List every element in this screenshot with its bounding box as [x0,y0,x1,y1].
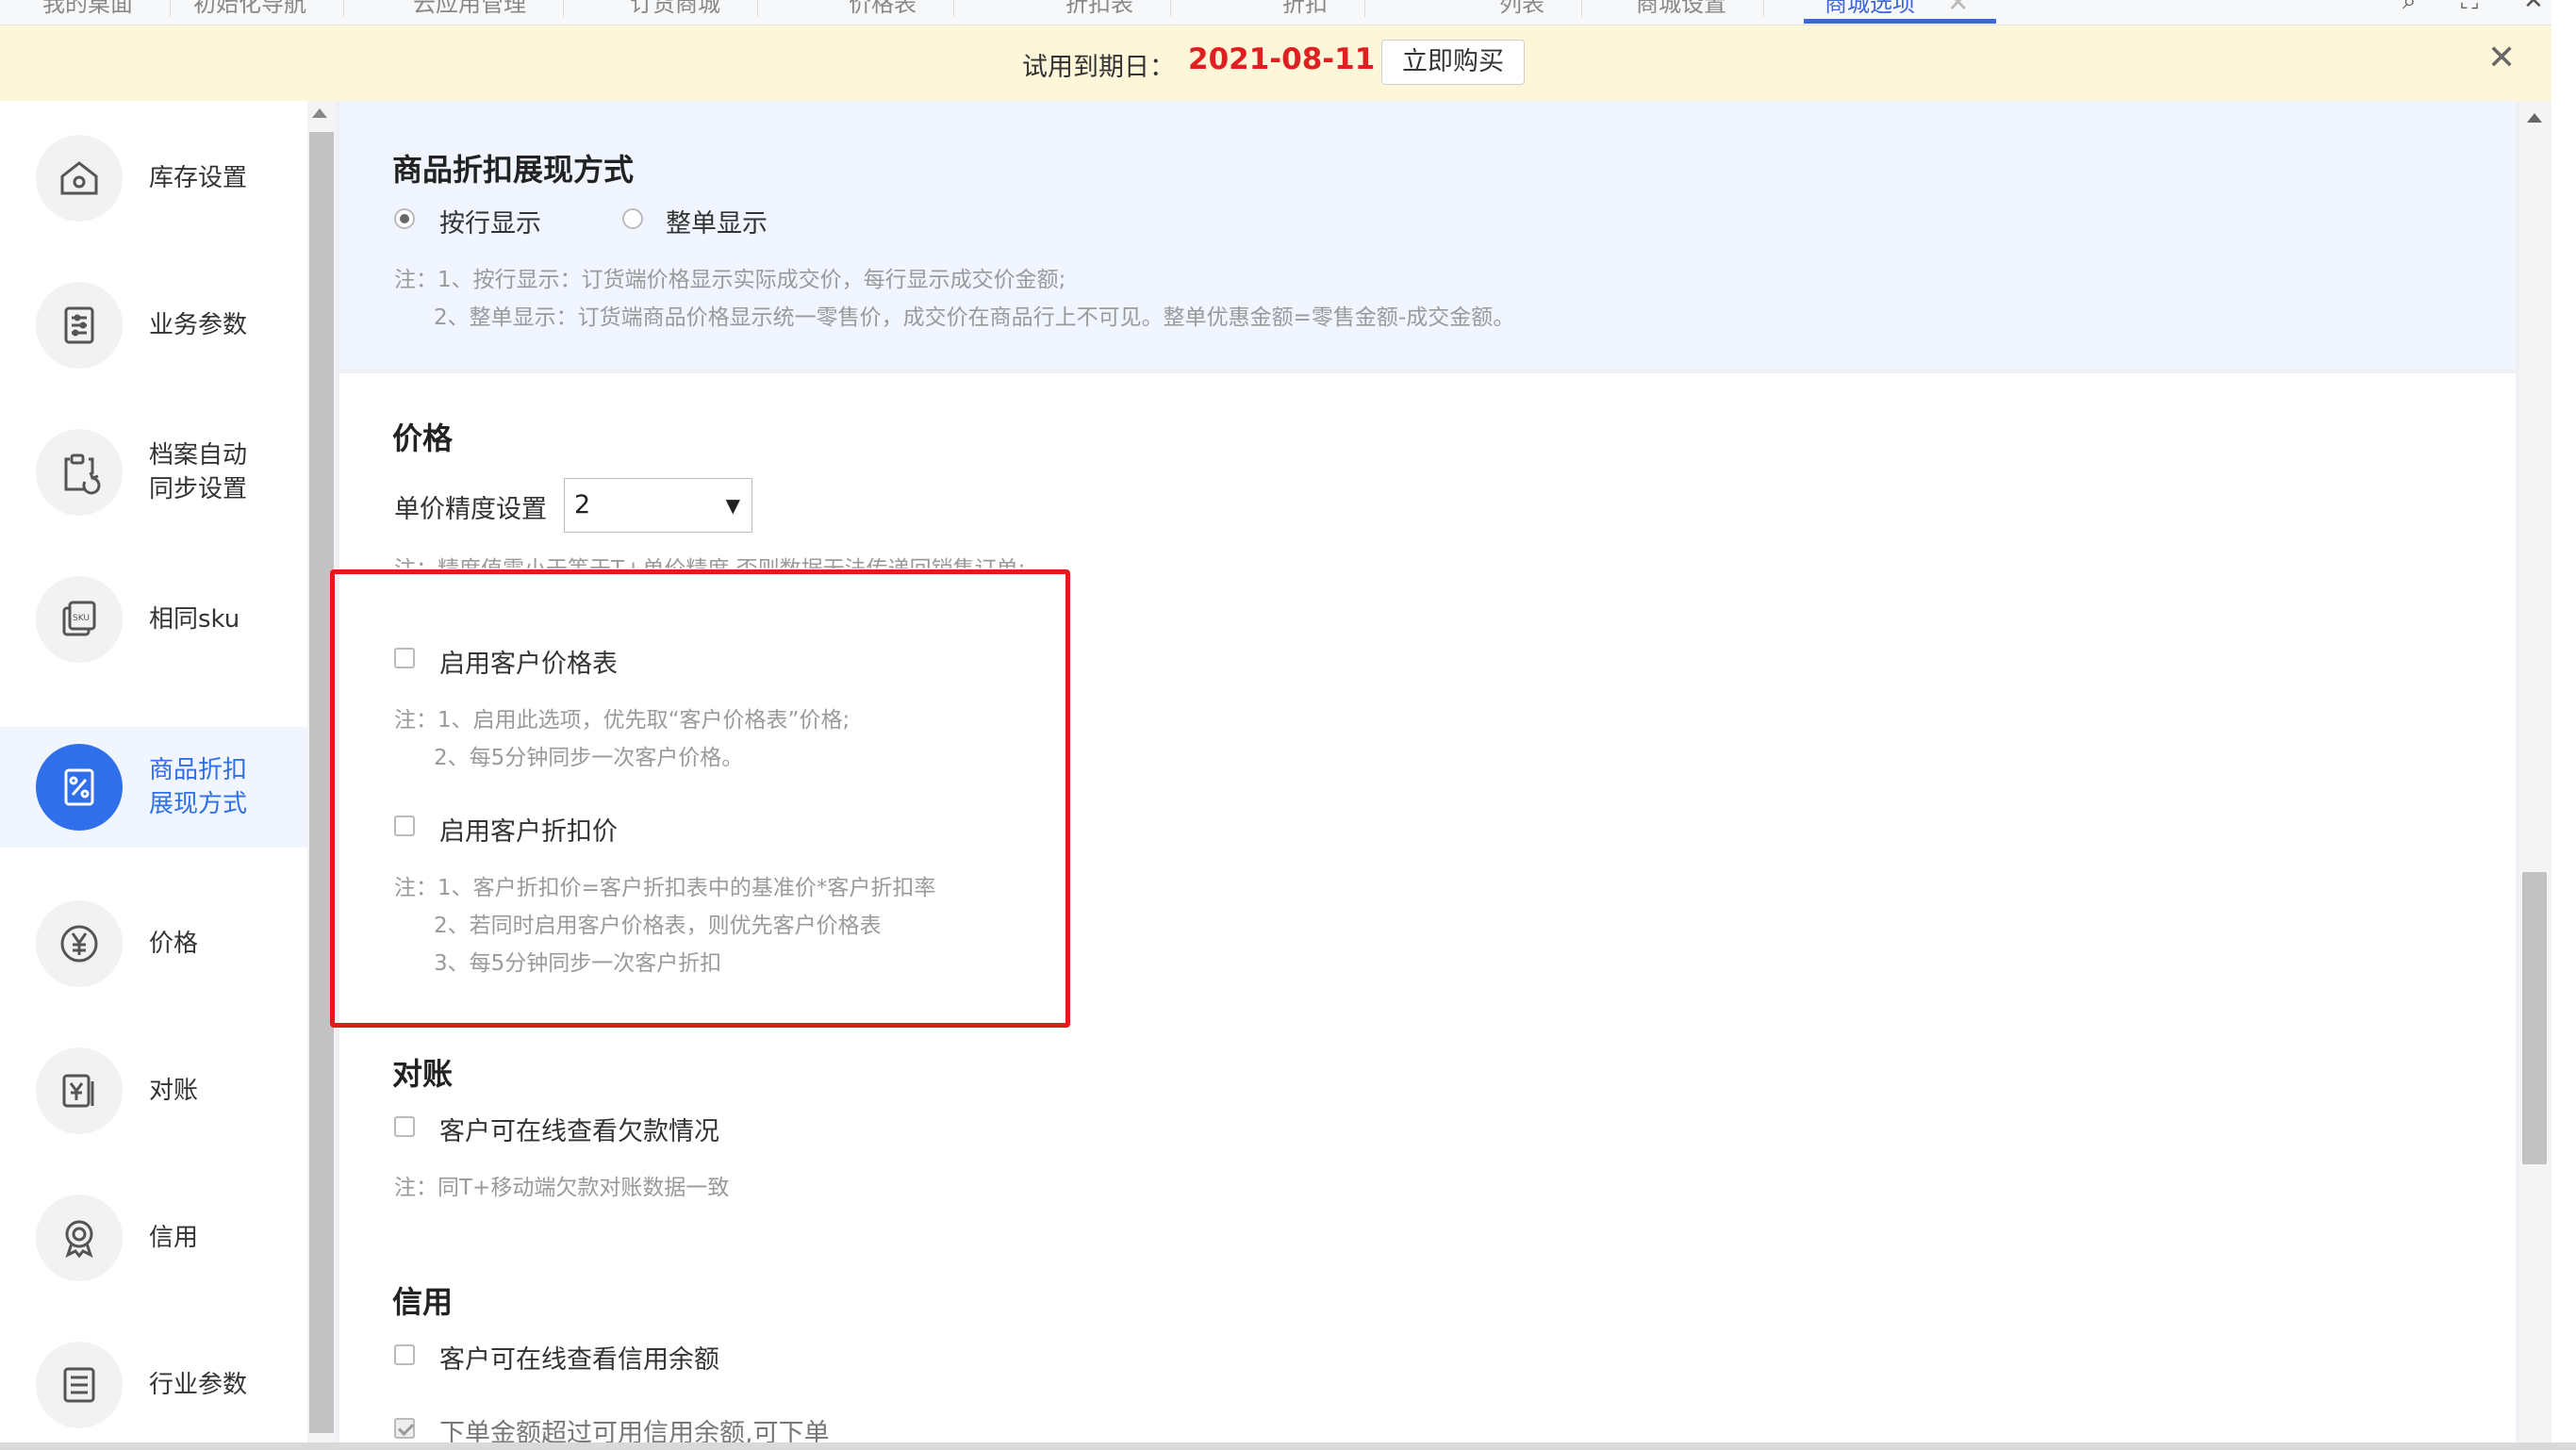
radio-label: 按行显示 [439,209,541,239]
note-text: 2、整单显示：订货端商品价格显示统一零售价，成交价在商品行上不可见。整单优惠金额… [434,305,1515,330]
sidebar-item-price[interactable]: 价格 [0,883,307,1004]
clipboard-sync-icon [36,429,123,516]
radio-by-line[interactable] [394,208,415,229]
sidebar-item-label: 业务参数 [149,311,248,339]
precision-label: 单价精度设置 [394,495,547,524]
trial-expiry-label: 试用到期日： [1022,53,1175,82]
content-scrollbar[interactable] [2519,101,2551,1450]
window-close-icon[interactable]: ✕ [2523,0,2544,15]
sidebar-item-reconcile[interactable]: 对账 [0,1030,307,1151]
checkbox-label: 客户可在线查看欠款情况 [439,1117,719,1146]
sidebar-item-business-params[interactable]: 业务参数 [0,265,307,386]
note-text: 注：1、按行显示：订货端价格显示实际成交价，每行显示成交价金额; [394,268,1066,292]
view-debt-checkbox[interactable] [394,1116,415,1137]
warehouse-icon [36,135,123,222]
dropdown-caret-icon: ▼ [725,494,740,517]
sidebar-item-same-sku[interactable]: SKU 相同sku [0,559,307,680]
credit-section: 信用 客户可在线查看信用余额 下单金额超过可用信用余额,可下单 [339,1239,2516,1450]
section-title: 商品折扣展现方式 [392,152,635,188]
sidebar-item-label: 行业参数 [149,1371,248,1399]
reconcile-section: 对账 客户可在线查看欠款情况 注：同T+移动端欠款对账数据一致 [339,1011,2516,1242]
sidebar-item-label: 商品折扣 展现方式 [149,756,248,818]
sidebar-item-label: 信用 [149,1224,199,1252]
close-icon[interactable]: ✕ [1947,0,1969,18]
radio-whole-order[interactable] [622,208,643,229]
sidebar-item-label: 相同sku [149,605,240,634]
yen-ledger-icon [36,1047,123,1134]
sidebar-item-credit[interactable]: 信用 [0,1178,307,1298]
sidebar-item-label: 档案自动 同步设置 [149,441,248,503]
tab-mall-settings[interactable]: 商城设置 [1636,0,1764,23]
view-credit-checkbox[interactable] [394,1344,415,1365]
discount-display-section: 商品折扣展现方式 按行显示 整单显示 注：1、按行显示：订货端价格显示实际成交价… [339,101,2516,370]
tab-list[interactable]: 列表 [1499,0,1582,23]
percent-tag-icon [36,744,123,831]
sidebar-item-label: 对账 [149,1077,199,1105]
section-title: 对账 [392,1056,454,1092]
buy-now-button[interactable]: 立即购买 [1381,40,1525,85]
document-sliders-icon [36,282,123,369]
tab-init-guide[interactable]: 初始化导航 [193,0,344,23]
svg-text:SKU: SKU [73,614,90,623]
trial-expiry-date: 2021-08-11 [1188,42,1376,76]
sidebar: 库存设置 业务参数 档案自动 同步设置 SKU 相同sku 商品折扣 展现方式 [0,101,307,1450]
precision-select[interactable]: 2 ▼ [564,478,752,533]
badge-icon [36,1195,123,1281]
section-title: 价格 [392,420,454,456]
sidebar-item-industry-params[interactable]: 行业参数 [0,1325,307,1445]
tab-discount-list[interactable]: 折扣表 [1065,0,1171,23]
radio-label: 整单显示 [666,209,768,239]
allow-over-credit-checkbox[interactable] [394,1418,415,1439]
sidebar-item-discount-display[interactable]: 商品折扣 展现方式 [0,727,307,848]
tab-bar: 我的桌面 初始化导航 云应用管理 订货商城 价格表 折扣表 折扣 列表 商城设置… [0,0,2576,25]
checkbox-label: 客户可在线查看信用余额 [439,1345,719,1375]
banner-close-icon[interactable]: ✕ [2487,39,2516,77]
scroll-up-icon[interactable] [312,108,327,118]
sidebar-item-archive-sync[interactable]: 档案自动 同步设置 [0,412,307,533]
content-scroll-thumb[interactable] [2522,872,2547,1164]
window-edge [2551,0,2576,1450]
section-title: 信用 [392,1284,454,1320]
tab-my-desktop[interactable]: 我的桌面 [42,0,171,23]
tab-cloud-apps[interactable]: 云应用管理 [413,0,564,23]
list-icon [36,1342,123,1428]
sidebar-item-label: 价格 [149,930,199,958]
active-tab-indicator [1804,19,1996,24]
search-icon[interactable]: ⌕ [2403,0,2417,16]
bottom-border [0,1442,2576,1450]
trial-banner: 试用到期日： 2021-08-11 立即购买 ✕ [0,25,2551,101]
fullscreen-icon[interactable]: ⛶ [2461,0,2478,16]
scroll-up-icon[interactable] [2527,113,2542,123]
tab-discount[interactable]: 折扣 [1282,0,1365,23]
tab-order-mall[interactable]: 订货商城 [630,0,758,23]
yen-icon [36,900,123,987]
sku-icon: SKU [36,576,123,663]
tab-price-list[interactable]: 价格表 [849,0,954,23]
sidebar-item-inventory[interactable]: 库存设置 [0,118,307,239]
note-text: 注：同T+移动端欠款对账数据一致 [394,1176,730,1200]
highlight-box [330,569,1070,1028]
sidebar-item-label: 库存设置 [149,164,248,192]
